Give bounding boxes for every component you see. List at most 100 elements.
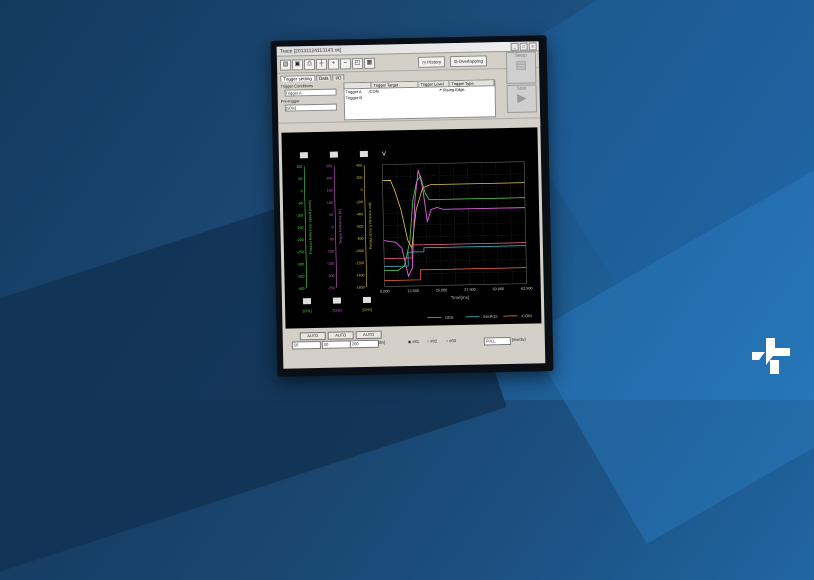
y-tick-label: -400 (297, 287, 304, 291)
y-tick-label: 200 (356, 176, 362, 180)
x-tick-label: 50.000 (493, 287, 505, 291)
y-tick-label: 0 (361, 188, 363, 192)
legend-label: /COIN (521, 314, 532, 318)
tab-data[interactable]: Data (316, 75, 332, 81)
oscilloscope-display: 100500-50-100-150-200-250-300-350-400Pos… (281, 127, 541, 328)
start-button[interactable]: Start▶ (506, 84, 537, 113)
tab-trigger-setting[interactable]: Trigger setting (280, 75, 315, 82)
tab-bar: Trigger setting Data I/O (280, 74, 345, 81)
auto-button-ch1[interactable]: AUTO (300, 332, 326, 341)
channel-label: [CH2] (333, 308, 342, 312)
zoom-out-icon[interactable]: − (340, 58, 351, 69)
settings-icon[interactable]: ▦ (364, 57, 375, 68)
radio-02[interactable]: ○ #02 (427, 339, 437, 344)
axis-down-button[interactable] (303, 298, 311, 304)
brand-logo-icon (752, 338, 790, 374)
auto-button-ch3[interactable]: AUTO (356, 331, 382, 340)
y-tick-label: -200 (356, 200, 363, 204)
axis-up-button[interactable] (360, 151, 368, 157)
save-icon[interactable]: ▣ (292, 59, 303, 70)
radio-01[interactable]: ◉ #01 (408, 339, 419, 344)
y-tick-label: -350 (297, 275, 304, 279)
y-tick-label: 150 (327, 189, 333, 193)
auto-button-ch2[interactable]: AUTO (328, 331, 354, 340)
grid-line (510, 162, 513, 284)
scale-select-ch3[interactable]: 200 (350, 340, 379, 349)
axis-down-button[interactable] (363, 297, 371, 303)
radio-02-label: #02 (430, 339, 437, 344)
row-level (412, 87, 439, 94)
history-label: History (427, 59, 441, 64)
header-cell: Trigger Level (418, 81, 449, 87)
y-tick-label: -400 (356, 212, 363, 216)
minimize-button[interactable]: _ (511, 42, 519, 50)
axis-up-button[interactable] (330, 152, 338, 158)
zoom-select[interactable]: FULL (484, 337, 511, 346)
open-icon[interactable]: ▤ (280, 59, 291, 70)
tab-io[interactable]: I/O (332, 74, 344, 80)
x-tick-label: 37.500 (464, 288, 476, 292)
x-tick-label: 0.000 (380, 289, 390, 293)
print-icon[interactable]: ⎙ (304, 59, 315, 70)
overlapping-button[interactable]: ⧉ Overlapping (450, 55, 487, 67)
legend-label: DEN (445, 316, 453, 320)
x-axis-label: Time[ms] (451, 295, 469, 300)
trigger-conditions-panel: Trigger Conditions Trigger A Pre-trigger… (280, 82, 341, 113)
y-axis-title: Position Error [reference unit] (368, 202, 373, 249)
y-tick-label: -1000 (355, 249, 364, 253)
cursor-icon[interactable]: ┼ (316, 58, 327, 69)
fit-icon[interactable]: ◰ (352, 57, 363, 68)
monitor: Trace [20131124113143.ok] _ □ x ▤ ▣ ⎙ ┼ … (271, 35, 554, 377)
y-tick-label: 50 (329, 213, 333, 217)
radio-01-label: #01 (412, 339, 419, 344)
y-tick-label: -100 (296, 214, 303, 218)
window-title: Trace [20131124113143.ok] (280, 47, 342, 54)
y-tick-label: -1600 (355, 286, 364, 290)
trace-window: Trace [20131124113143.ok] _ □ x ▤ ▣ ⎙ ┼ … (277, 41, 546, 368)
y-axis-line (334, 166, 337, 288)
channel-label: [CH1] (303, 309, 312, 313)
scale-select-ch1[interactable]: 50 (292, 341, 321, 350)
y-tick-label: -200 (296, 238, 303, 242)
x-tick-label: 12.500 (407, 289, 419, 293)
bottom-controls: AUTO AUTO AUTO 50 50 200 [div] ◉ #01 ○ #… (286, 327, 543, 362)
header-cell: Trigger Target (371, 82, 418, 88)
trigger-table: Trigger Target Trigger Level Trigger Typ… (343, 79, 496, 120)
y-axis-line (304, 166, 307, 288)
radio-03[interactable]: ○ #03 (446, 338, 456, 343)
pretrigger-field[interactable]: [50%] (285, 104, 337, 112)
y-tick-label: 0 (301, 189, 303, 193)
y-tick-label: 0 (331, 225, 333, 229)
y-tick-label: -50 (298, 201, 303, 205)
y-tick-label: 100 (327, 201, 333, 205)
y-tick-label: -250 (297, 250, 304, 254)
history-button[interactable]: ◷ History (418, 56, 445, 68)
ms-unit-label: [ms/div] (512, 337, 526, 342)
overlapping-label: Overlapping (459, 58, 483, 64)
y-tick-label: -800 (356, 237, 363, 241)
trigger-condition-select[interactable]: Trigger A (285, 89, 337, 97)
y-axis-label: V (382, 152, 386, 158)
y-axis-title: Position Reference Speed [mm/s] (308, 200, 313, 254)
maximize-button[interactable]: □ (520, 42, 528, 50)
axis-down-button[interactable] (333, 298, 341, 304)
y-tick-label: -600 (356, 225, 363, 229)
y-axis-line (364, 165, 367, 287)
zoom-in-icon[interactable]: + (328, 58, 339, 69)
close-button[interactable]: x (529, 42, 537, 50)
grid-line (467, 163, 470, 285)
setup-button[interactable]: Setup▤ (506, 51, 537, 84)
unit-box: [div] (378, 340, 385, 345)
legend-label: INSPOS (483, 315, 498, 319)
row-name: Trigger B (346, 95, 369, 101)
scale-select-ch2[interactable]: 50 (322, 340, 351, 349)
y-tick-label: 100 (296, 165, 302, 169)
y-tick-label: -150 (296, 226, 303, 230)
y-tick-label: -250 (327, 286, 334, 290)
y-tick-label: -1200 (355, 261, 364, 265)
axis-up-button[interactable] (300, 152, 308, 158)
y-tick-label: 250 (326, 164, 332, 168)
y-tick-label: -1400 (355, 273, 364, 277)
y-tick-label: 200 (326, 176, 332, 180)
y-axis-title: Torque Reference [%] (338, 209, 343, 244)
